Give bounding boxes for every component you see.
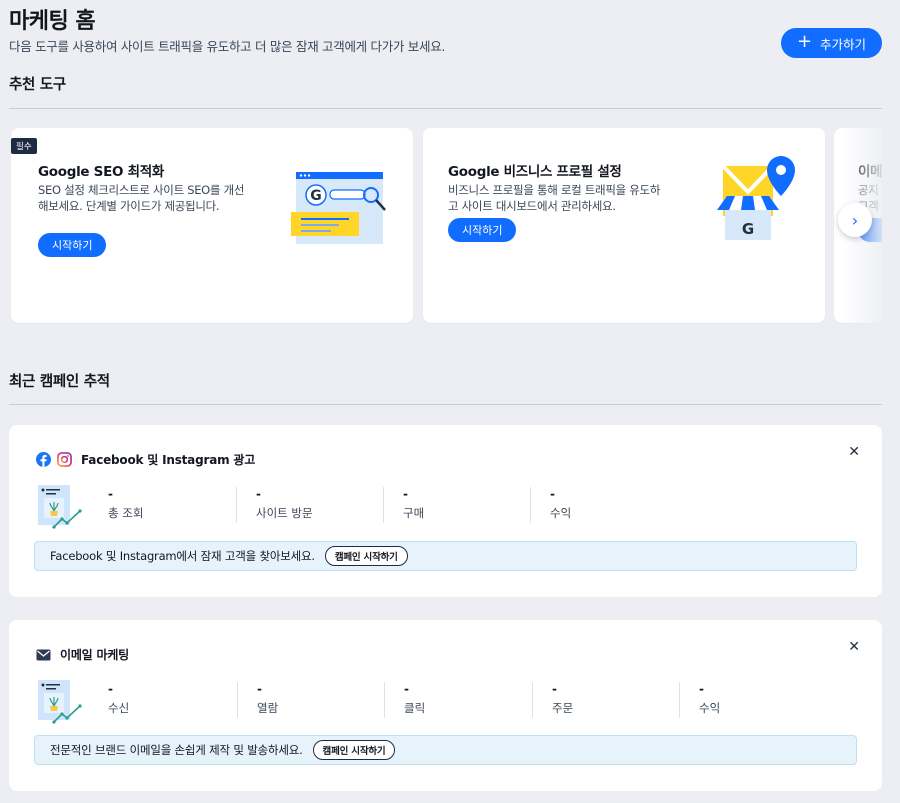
stat-value: -: [256, 487, 261, 501]
campaign-card-facebook-instagram: Facebook 및 Instagram 광고 ✕ - 총 조회 - 사이트 방…: [9, 425, 882, 597]
stat-value: -: [403, 487, 408, 501]
add-button[interactable]: + 추가하기: [781, 28, 882, 58]
card-title: Google SEO 최적화: [38, 164, 164, 180]
stat: - 사이트 방문: [236, 487, 381, 523]
stat-label: 수익: [699, 701, 721, 715]
divider: [9, 108, 882, 109]
stat-label: 수익: [550, 506, 572, 520]
card-description: 비즈니스 프로필을 통해 로컬 트래픽을 유도하고 사이트 대시보드에서 관리하…: [448, 183, 661, 213]
stat-label: 클릭: [404, 701, 426, 715]
stat: - 열람: [237, 682, 382, 718]
start-button[interactable]: 시작하기: [448, 218, 517, 242]
section-title-recommended: 추천 도구: [9, 77, 66, 93]
stat-value: -: [108, 682, 113, 696]
start-campaign-button[interactable]: 캠페인 시작하기: [324, 546, 408, 566]
promo-text: Facebook 및 Instagram에서 잠재 고객을 찾아보세요.: [50, 549, 315, 563]
section-title-tracking: 최근 캠페인 추적: [9, 374, 110, 390]
promo-text: 전문적인 브랜드 이메일을 손쉽게 제작 및 발송하세요.: [50, 743, 303, 757]
tool-card-business-profile: Google 비즈니스 프로필 설정 비즈니스 프로필을 통해 로컬 트래픽을 …: [423, 128, 825, 323]
stat-label: 열람: [257, 701, 279, 715]
stat-value: -: [108, 487, 113, 501]
stat: - 주문: [532, 682, 677, 718]
stat: - 구매: [383, 487, 528, 523]
campaign-card-email-marketing: 이메일 마케팅 ✕ - 수신 - 열람 - 클릭 - 주문 - 수익 전문적인 …: [9, 620, 882, 791]
stat-label: 총 조회: [108, 506, 144, 520]
close-icon[interactable]: ✕: [848, 444, 860, 460]
promo-bar: Facebook 및 Instagram에서 잠재 고객을 찾아보세요. 캠페인…: [34, 541, 857, 571]
promo-bar: 전문적인 브랜드 이메일을 손쉽게 제작 및 발송하세요. 캠페인 시작하기: [34, 735, 857, 765]
stat-label: 수신: [108, 701, 130, 715]
carousel-next-button[interactable]: ›: [838, 203, 872, 237]
tool-card-seo: 필수 Google SEO 최적화 SEO 설정 체크리스트로 사이트 SEO를…: [11, 128, 413, 323]
svg-text:G: G: [742, 220, 754, 238]
add-button-label: 추가하기: [820, 36, 867, 52]
campaign-title: Facebook 및 Instagram 광고: [81, 453, 256, 467]
instagram-icon: [57, 452, 72, 467]
stat: - 수익: [530, 487, 675, 523]
business-profile-illustration-icon: G: [717, 156, 795, 240]
start-campaign-button[interactable]: 캠페인 시작하기: [312, 740, 396, 760]
required-badge: 필수: [11, 138, 37, 154]
divider: [9, 404, 882, 405]
stat: - 클릭: [384, 682, 529, 718]
stat: - 수익: [679, 682, 824, 718]
stat-label: 주문: [552, 701, 574, 715]
stat-value: -: [552, 682, 557, 696]
facebook-icon: [36, 452, 51, 467]
stat: - 총 조회: [89, 487, 234, 523]
envelope-icon: [36, 649, 51, 660]
stat-label: 사이트 방문: [256, 506, 313, 520]
tools-carousel: 필수 Google SEO 최적화 SEO 설정 체크리스트로 사이트 SEO를…: [9, 128, 882, 324]
stats-illustration-icon: [38, 485, 82, 529]
campaign-title: 이메일 마케팅: [60, 648, 130, 662]
seo-illustration-icon: G: [291, 172, 386, 244]
svg-text:G: G: [310, 188, 322, 204]
stat-value: -: [257, 682, 262, 696]
campaign-header: Facebook 및 Instagram 광고: [36, 451, 255, 468]
stat: - 수신: [89, 682, 234, 718]
page-subtitle: 다음 도구를 사용하여 사이트 트래픽을 유도하고 더 많은 잠재 고객에게 다…: [9, 39, 446, 54]
stat-value: -: [699, 682, 704, 696]
card-title: Google 비즈니스 프로필 설정: [448, 164, 622, 180]
campaign-header: 이메일 마케팅: [36, 646, 129, 663]
stats-illustration-icon: [38, 680, 82, 724]
stat-value: -: [404, 682, 409, 696]
stat-value: -: [550, 487, 555, 501]
page-title: 마케팅 홈: [9, 9, 96, 34]
chevron-right-icon: ›: [851, 210, 859, 230]
stat-label: 구매: [403, 506, 425, 520]
plus-icon: +: [796, 31, 813, 52]
start-button[interactable]: 시작하기: [38, 233, 107, 257]
close-icon[interactable]: ✕: [848, 639, 860, 655]
card-description: SEO 설정 체크리스트로 사이트 SEO를 개선해보세요. 단계별 가이드가 …: [38, 183, 245, 213]
